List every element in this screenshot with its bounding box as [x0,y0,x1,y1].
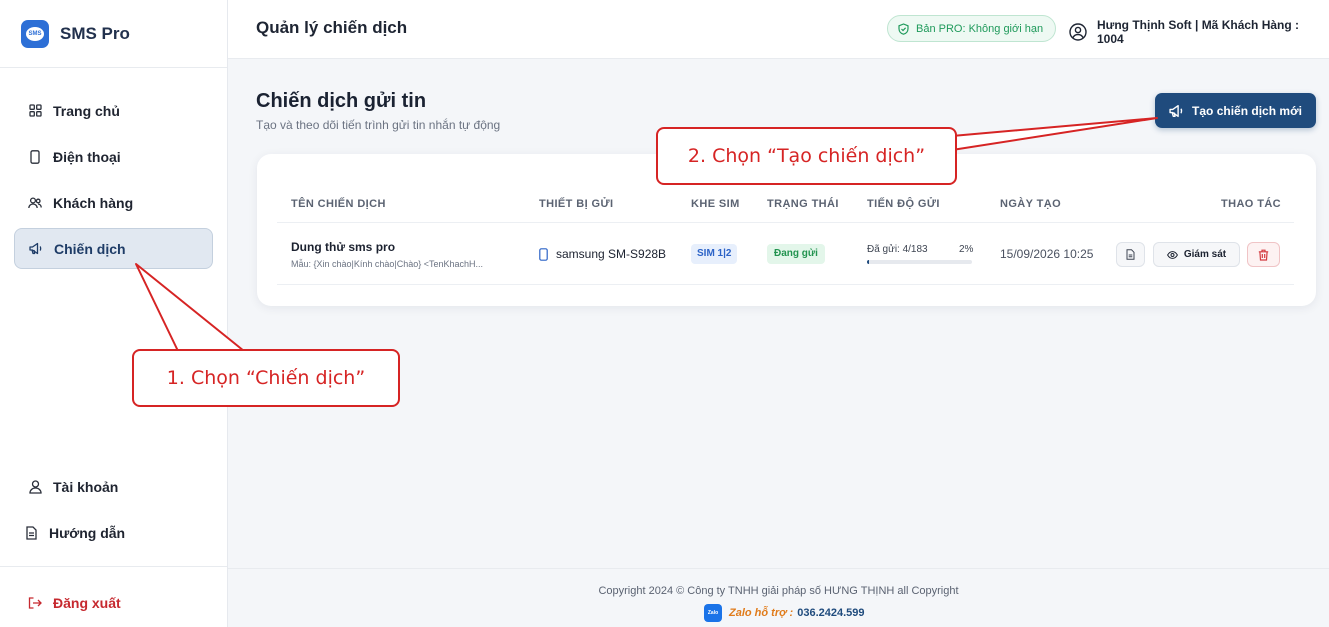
user-icon [28,479,42,494]
callout-step-1: 1. Chọn “Chiến dịch” [132,349,400,407]
pro-plan-badge: Bản PRO: Không giới hạn [887,15,1057,42]
column-header-status: TRẠNG THÁI [767,198,839,210]
phone-icon [28,149,42,164]
zalo-support-link[interactable]: Zalo Zalo hỗ trợ : 036.2424.599 [704,604,865,622]
document-icon [24,525,38,540]
column-header-sim: KHE SIM [691,198,740,210]
pro-badge-text: Bản PRO: Không giới hạn [916,22,1044,35]
progress-percent: 2% [959,244,974,255]
sidebar-item-label: Hướng dẫn [49,524,126,541]
sidebar-item-phone[interactable]: Điện thoại [14,136,213,177]
footer: Copyright 2024 © Công ty TNHH giải pháp … [228,568,1329,627]
sidebar-item-account[interactable]: Tài khoản [14,466,213,507]
device-cell: samsung SM-S928B [539,247,666,261]
brand-name: SMS Pro [60,23,130,43]
sidebar-nav: Trang chủ Điện thoại Khách hàng Chiến dị… [0,68,227,269]
progress-bar-fill [867,260,870,264]
monitor-button[interactable]: Giám sát [1153,242,1240,267]
header-title: Quản lý chiến dịch [256,18,408,37]
sidebar-bottom-nav: Tài khoản Hướng dẫn [0,466,227,558]
column-header-created: NGÀY TẠO [1000,198,1062,210]
divider [277,284,1294,285]
user-circle-icon [1069,23,1087,41]
copyright-text: Copyright 2024 © Công ty TNHH giải pháp … [598,585,959,597]
sidebar-item-label: Khách hàng [53,194,134,211]
user-menu[interactable]: Hưng Thịnh Soft | Mã Khách Hàng : 1004 [1069,18,1329,46]
user-name: Hưng Thịnh Soft | Mã Khách Hàng : 1004 [1097,18,1300,46]
zalo-icon: Zalo [704,604,722,622]
sim-badge: SIM 1|2 [691,244,738,264]
sidebar-item-label: Tài khoản [53,478,119,495]
eye-icon [1166,250,1178,259]
page-title: Chiến dịch gửi tin [256,90,427,112]
megaphone-icon [29,242,43,256]
callout-2-pointer [951,117,1158,151]
campaign-name[interactable]: Dung thử sms pro [291,240,395,254]
sidebar-item-campaigns[interactable]: Chiến dịch [14,228,213,269]
trash-icon [1258,249,1269,261]
logout-icon [28,596,42,610]
column-header-device: THIẾT BỊ GỬI [539,198,614,210]
logout-label: Đăng xuất [53,594,121,611]
sidebar-item-label: Trang chủ [53,102,120,119]
logout-section: Đăng xuất [0,566,227,627]
logo-text: SMS [26,26,44,41]
brand[interactable]: SMS SMS Pro [0,0,227,68]
shield-check-icon [898,22,909,35]
device-name: samsung SM-S928B [556,247,667,261]
sidebar-item-guide[interactable]: Hướng dẫn [14,512,213,553]
sidebar-item-label: Điện thoại [53,148,121,165]
support-label: Zalo hỗ trợ : [729,607,794,619]
page-subtitle: Tạo và theo dõi tiến trình gửi tin nhắn … [256,118,501,132]
column-header-actions: THAO TÁC [1221,198,1282,210]
sidebar-item-label: Chiến dịch [54,240,126,257]
view-details-button[interactable] [1116,242,1145,267]
grid-icon [28,104,42,118]
divider [277,222,1294,223]
column-header-progress: TIẾN ĐỘ GỬI [867,198,940,210]
sms-logo-icon: SMS [21,19,49,48]
callout-step-2: 2. Chọn “Tạo chiến dịch” [656,127,957,185]
status-badge: Đang gửi [767,244,825,264]
progress-label: Đã gửi: 4/183 [867,244,928,255]
megaphone-icon [1169,104,1184,118]
column-header-name: TÊN CHIẾN DỊCH [291,198,386,210]
logout-button[interactable]: Đăng xuất [14,582,213,623]
created-date: 15/09/2026 10:25 [1000,247,1094,261]
delete-button[interactable] [1247,242,1280,267]
users-icon [28,196,42,210]
sidebar-item-customers[interactable]: Khách hàng [14,182,213,223]
create-campaign-button[interactable]: Tạo chiến dịch mới [1155,93,1316,128]
monitor-label: Giám sát [1183,249,1227,260]
phone-icon [539,247,548,261]
sidebar-item-home[interactable]: Trang chủ [14,90,213,131]
document-icon [1126,249,1135,260]
top-header: Quản lý chiến dịch Bản PRO: Không giới h… [228,0,1329,59]
sidebar: SMS SMS Pro Trang chủ Điện thoại Khách h… [0,0,228,627]
progress-bar [867,260,972,264]
campaign-template: Mẫu: {Xin chào|Kính chào|Chào} <TenKhach… [291,259,484,269]
create-campaign-label: Tạo chiến dịch mới [1192,103,1302,118]
support-number: 036.2424.599 [797,607,865,619]
